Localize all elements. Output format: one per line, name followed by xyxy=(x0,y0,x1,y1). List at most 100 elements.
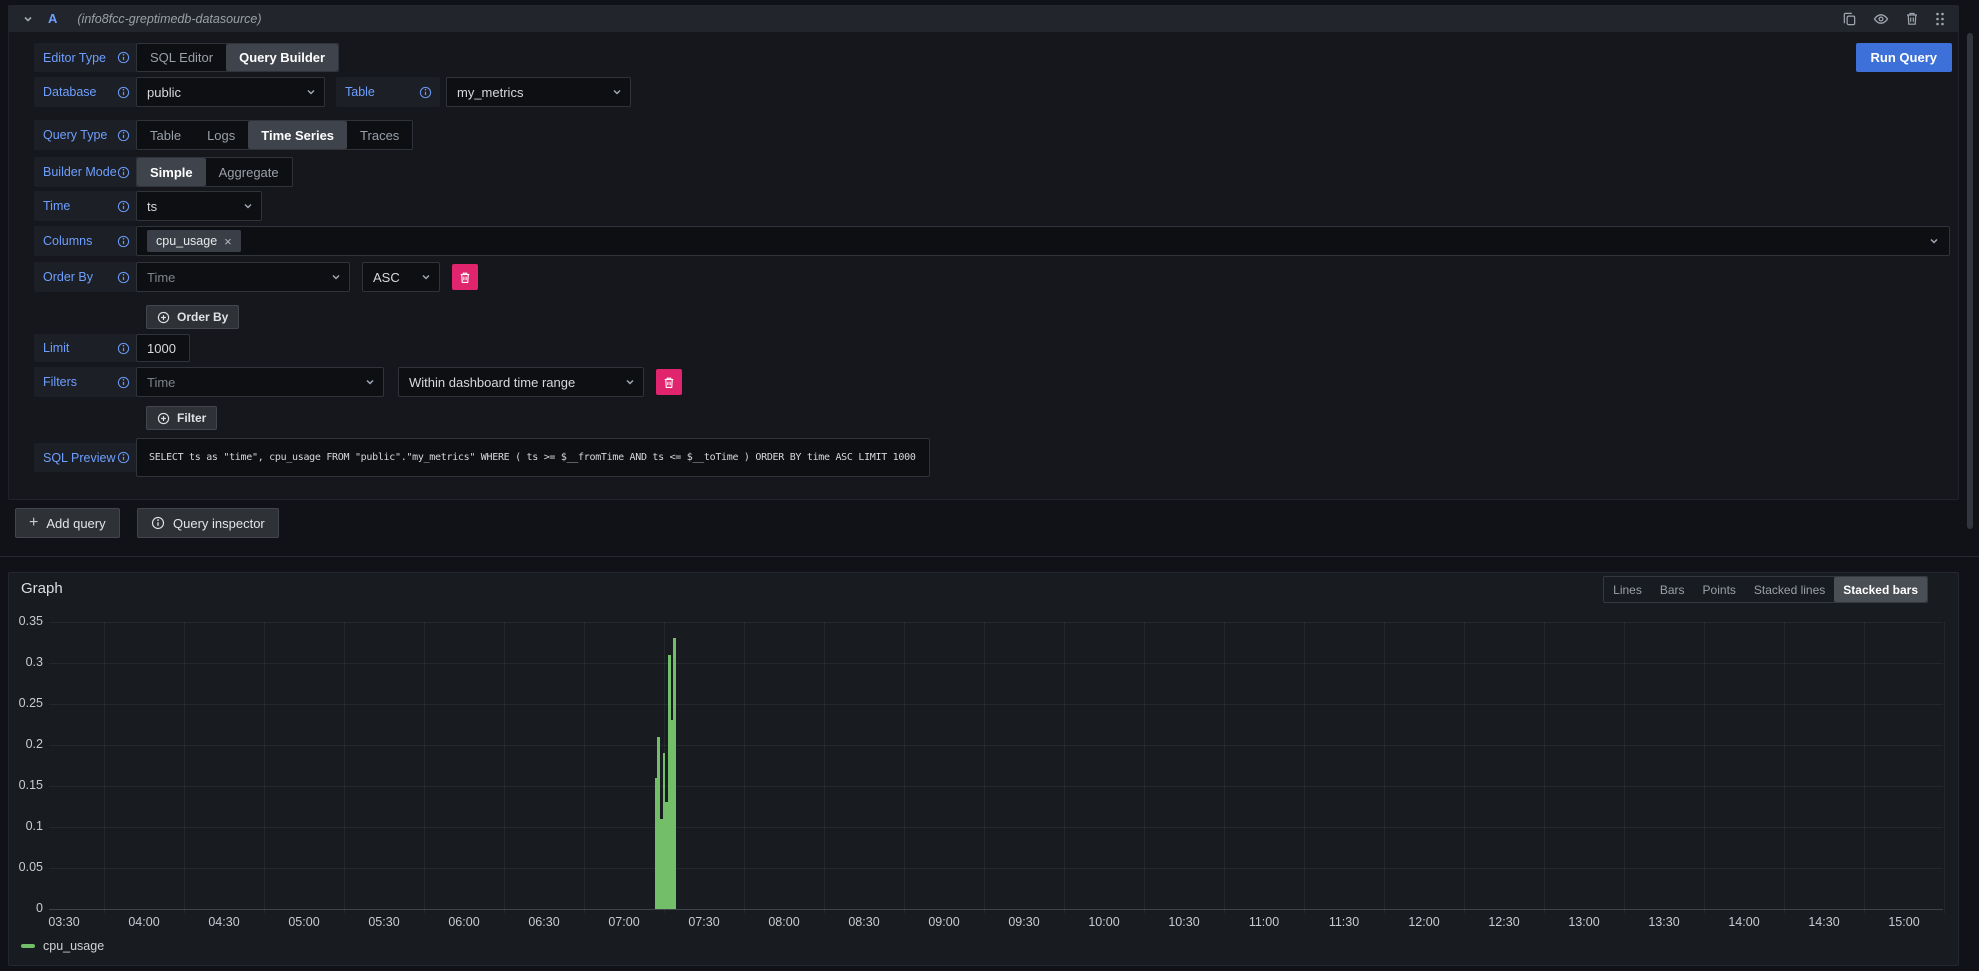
collapse-chevron-icon[interactable] xyxy=(22,13,34,25)
info-icon[interactable] xyxy=(117,200,130,213)
eye-icon xyxy=(1873,11,1889,27)
add-query-button[interactable]: + Add query xyxy=(15,508,120,538)
mode-points[interactable]: Points xyxy=(1694,577,1745,602)
x-axis-tick-label: 11:30 xyxy=(1304,915,1384,929)
query-inspector-button[interactable]: Query inspector xyxy=(137,508,279,538)
order-by-direction-select[interactable]: ASC xyxy=(362,262,440,292)
drag-handle[interactable] xyxy=(1935,11,1945,27)
y-axis-tick-label: 0.2 xyxy=(9,737,43,752)
display-mode-toggle: Lines Bars Points Stacked lines Stacked … xyxy=(1603,576,1928,603)
builder-mode-label: Builder Mode xyxy=(34,157,138,187)
limit-input[interactable]: 1000 xyxy=(136,334,190,362)
chevron-down-icon xyxy=(611,86,623,98)
legend-item[interactable]: cpu_usage xyxy=(21,939,104,953)
order-by-remove-button[interactable] xyxy=(452,264,478,290)
y-axis-tick-label: 0.15 xyxy=(9,778,43,793)
v-gridline xyxy=(1464,622,1465,913)
scrollbar[interactable] xyxy=(1967,33,1973,529)
panel-splitter[interactable] xyxy=(0,556,1979,557)
info-icon[interactable] xyxy=(117,235,130,248)
filters-field-select[interactable]: Time xyxy=(136,367,384,397)
legend-swatch xyxy=(21,944,35,948)
v-gridline xyxy=(1544,622,1545,913)
info-icon[interactable] xyxy=(117,342,130,355)
v-gridline xyxy=(1784,622,1785,913)
graph-panel: Graph Lines Bars Points Stacked lines St… xyxy=(8,572,1959,966)
mode-lines[interactable]: Lines xyxy=(1604,577,1651,602)
v-gridline xyxy=(584,622,585,913)
mode-bars[interactable]: Bars xyxy=(1651,577,1694,602)
plot-area[interactable] xyxy=(49,614,1943,909)
add-filter-button[interactable]: Filter xyxy=(146,406,217,430)
option-sql-editor[interactable]: SQL Editor xyxy=(137,44,226,71)
info-icon[interactable] xyxy=(419,86,432,99)
option-time-series[interactable]: Time Series xyxy=(248,121,347,149)
query-type-row: Query Type Table Logs Time Series Traces xyxy=(0,120,1979,150)
v-gridline xyxy=(184,622,185,913)
datasource-name: (info8fcc-greptimedb-datasource) xyxy=(77,12,261,26)
add-order-by-button[interactable]: Order By xyxy=(146,305,239,329)
x-axis-tick-label: 05:00 xyxy=(264,915,344,929)
mode-stacked-lines[interactable]: Stacked lines xyxy=(1745,577,1834,602)
toggle-visibility-button[interactable] xyxy=(1873,11,1889,27)
page: A (info8fcc-greptimedb-datasource) Edito… xyxy=(0,0,1979,971)
option-traces[interactable]: Traces xyxy=(347,121,412,149)
query-ref-id: A xyxy=(48,11,57,26)
v-gridline xyxy=(1064,622,1065,913)
info-icon[interactable] xyxy=(117,451,130,464)
filter-remove-button[interactable] xyxy=(656,369,682,395)
h-gridline xyxy=(49,868,1943,869)
query-type-toggle: Table Logs Time Series Traces xyxy=(136,120,413,150)
info-icon[interactable] xyxy=(117,166,130,179)
remove-chip-icon[interactable]: × xyxy=(224,235,232,248)
query-header: A (info8fcc-greptimedb-datasource) xyxy=(8,5,1959,32)
info-icon[interactable] xyxy=(117,271,130,284)
info-icon[interactable] xyxy=(117,376,130,389)
trash-icon xyxy=(459,271,471,284)
duplicate-query-button[interactable] xyxy=(1842,11,1857,26)
table-select[interactable]: my_metrics xyxy=(446,77,631,107)
x-axis-tick-label: 12:30 xyxy=(1464,915,1544,929)
database-select[interactable]: public xyxy=(136,77,325,107)
x-axis-tick-label: 06:00 xyxy=(424,915,504,929)
run-query-button[interactable]: Run Query xyxy=(1856,43,1952,72)
column-chip-cpu-usage[interactable]: cpu_usage × xyxy=(147,230,241,252)
info-icon[interactable] xyxy=(117,86,130,99)
filters-label: Filters xyxy=(34,367,138,397)
x-axis-tick-label: 13:30 xyxy=(1624,915,1704,929)
h-gridline xyxy=(49,663,1943,664)
chevron-down-icon xyxy=(330,271,342,283)
option-table[interactable]: Table xyxy=(137,121,194,149)
y-axis-tick-label: 0.35 xyxy=(9,614,43,629)
v-gridline xyxy=(264,622,265,913)
mode-stacked-bars[interactable]: Stacked bars xyxy=(1834,577,1927,602)
builder-mode-row: Builder Mode Simple Aggregate xyxy=(0,157,1979,187)
info-icon[interactable] xyxy=(117,129,130,142)
delete-query-button[interactable] xyxy=(1905,11,1919,26)
v-gridline xyxy=(744,622,745,913)
columns-multiselect[interactable]: cpu_usage × xyxy=(136,226,1950,256)
option-aggregate[interactable]: Aggregate xyxy=(206,158,292,186)
v-gridline xyxy=(1304,622,1305,913)
info-icon[interactable] xyxy=(117,51,130,64)
sql-preview-box[interactable]: SELECT ts as "time", cpu_usage FROM "pub… xyxy=(136,438,930,477)
time-column-select[interactable]: ts xyxy=(136,191,262,221)
option-logs[interactable]: Logs xyxy=(194,121,248,149)
filters-condition-select[interactable]: Within dashboard time range xyxy=(398,367,644,397)
option-simple[interactable]: Simple xyxy=(137,158,206,186)
order-by-label: Order By xyxy=(34,262,138,292)
x-axis-tick-label: 11:00 xyxy=(1224,915,1304,929)
chevron-down-icon xyxy=(1928,235,1940,247)
option-query-builder[interactable]: Query Builder xyxy=(226,44,338,71)
order-by-row: Order By Time ASC xyxy=(0,262,1979,292)
database-label: Database xyxy=(34,77,138,107)
x-axis-tick-label: 05:30 xyxy=(344,915,424,929)
order-by-field-select[interactable]: Time xyxy=(136,262,350,292)
x-axis-tick-label: 06:30 xyxy=(504,915,584,929)
y-axis-tick-label: 0 xyxy=(9,901,43,916)
y-axis-tick-label: 0.1 xyxy=(9,819,43,834)
h-gridline xyxy=(49,827,1943,828)
v-gridline xyxy=(504,622,505,913)
x-axis-tick-label: 08:30 xyxy=(824,915,904,929)
x-axis-tick-label: 07:30 xyxy=(664,915,744,929)
